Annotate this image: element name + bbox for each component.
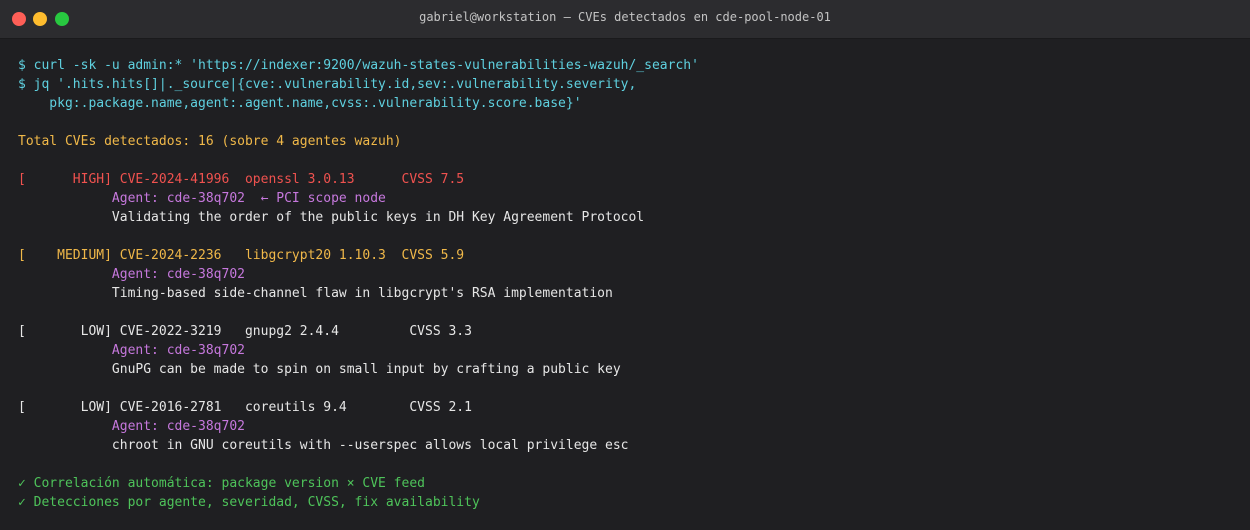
summary-line: Total CVEs detectados: 16 (sobre 4 agent… [18, 134, 402, 149]
cve-entry-description: GnuPG can be made to spin on small input… [18, 362, 621, 377]
success-line-detections: ✓ Detecciones por agente, severidad, CVS… [18, 495, 480, 510]
terminal-window: gabriel@workstation — CVEs detectados en… [0, 0, 1250, 530]
title-bar: gabriel@workstation — CVEs detectados en… [0, 0, 1250, 39]
cve-entry-description: Validating the order of the public keys … [18, 210, 645, 225]
command-line-jq: $ jq '.hits.hits[]|._source|{cve:.vulner… [18, 77, 637, 92]
cve-entry-agent: Agent: cde-38q702 [18, 267, 245, 282]
cve-entry-description: chroot in GNU coreutils with --userspec … [18, 438, 629, 453]
terminal-output[interactable]: $ curl -sk -u admin:* 'https://indexer:9… [18, 56, 699, 512]
cve-entry-header-low: [ LOW] CVE-2022-3219 gnupg2 2.4.4 CVSS 3… [18, 324, 472, 339]
cve-entry-header-high: [ HIGH] CVE-2024-41996 openssl 3.0.13 CV… [18, 172, 465, 187]
cve-entry-agent: Agent: cde-38q702 [18, 343, 245, 358]
cve-entry-agent: Agent: cde-38q702 ← PCI scope node [18, 191, 386, 206]
command-line-curl: $ curl -sk -u admin:* 'https://indexer:9… [18, 58, 699, 73]
cve-entry-agent: Agent: cde-38q702 [18, 419, 245, 434]
command-line-jq-continuation: pkg:.package.name,agent:.agent.name,cvss… [18, 96, 582, 111]
cve-entry-description: Timing-based side-channel flaw in libgcr… [18, 286, 613, 301]
window-title: gabriel@workstation — CVEs detectados en… [419, 10, 831, 24]
cve-entry-header-low: [ LOW] CVE-2016-2781 coreutils 9.4 CVSS … [18, 400, 472, 415]
success-line-correlation: ✓ Correlación automática: package versio… [18, 476, 425, 491]
cve-entry-header-medium: [ MEDIUM] CVE-2024-2236 libgcrypt20 1.10… [18, 248, 465, 263]
